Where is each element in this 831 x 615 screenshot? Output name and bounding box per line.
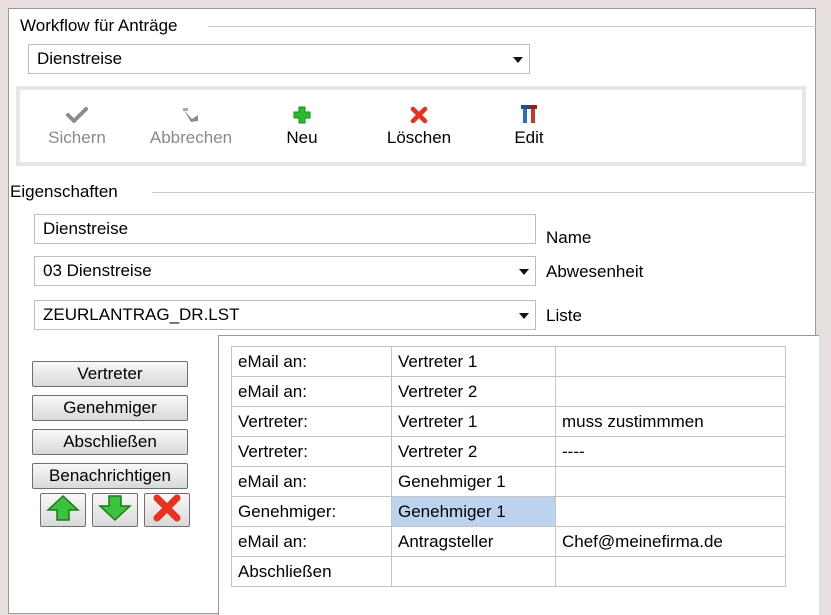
remove-step-button[interactable] [144, 493, 190, 527]
step-target-cell[interactable]: Vertreter 2 [391, 376, 556, 407]
add-vertreter-button[interactable]: Vertreter [32, 361, 188, 387]
new-button-label: Neu [286, 128, 318, 147]
step-note-cell[interactable] [555, 556, 786, 587]
workflow-select-value: Dienstreise [37, 49, 123, 68]
step-note-cell[interactable]: ---- [555, 436, 786, 467]
properties-fieldset-border [152, 192, 816, 193]
step-action-cell[interactable]: eMail an: [231, 346, 392, 377]
table-row[interactable]: eMail an: Genehmiger 1 [231, 466, 786, 497]
step-action-cell[interactable]: eMail an: [231, 376, 392, 407]
list-label: Liste [546, 306, 582, 325]
workflow-fieldset-border [208, 26, 816, 27]
add-abschliessen-button[interactable]: Abschließen [32, 429, 188, 455]
cancel-button-label: Abbrechen [149, 128, 233, 147]
table-row[interactable]: eMail an: Vertreter 1 [231, 346, 786, 377]
step-action-cell[interactable]: Abschließen [231, 556, 392, 587]
step-action-cell[interactable]: Genehmiger: [231, 496, 392, 527]
move-up-button[interactable] [40, 493, 86, 527]
name-field[interactable]: Dienstreise [34, 214, 536, 244]
step-note-cell[interactable] [555, 346, 786, 377]
step-target-cell[interactable]: Vertreter 1 [391, 346, 556, 377]
step-target-cell[interactable] [391, 556, 556, 587]
delete-button-label: Löschen [386, 128, 452, 147]
delete-x-icon [152, 494, 182, 527]
table-row[interactable]: Vertreter: Vertreter 1 muss zustimmmen [231, 406, 786, 437]
properties-legend: Eigenschaften [10, 182, 122, 202]
edit-button-label: Edit [514, 128, 544, 147]
step-note-cell[interactable]: muss zustimmmen [555, 406, 786, 437]
steps-table: eMail an: Vertreter 1 eMail an: Vertrete… [231, 346, 786, 587]
add-genehmiger-button[interactable]: Genehmiger [32, 395, 188, 421]
save-button[interactable]: Sichern [42, 100, 112, 148]
step-action-cell[interactable]: eMail an: [231, 526, 392, 557]
arrow-down-icon [98, 494, 132, 527]
step-target-cell[interactable]: Vertreter 1 [391, 406, 556, 437]
step-action-cell[interactable]: Vertreter: [231, 406, 392, 437]
delete-x-icon [374, 100, 464, 124]
step-note-cell[interactable] [555, 466, 786, 497]
move-down-button[interactable] [92, 493, 138, 527]
workflow-legend: Workflow für Anträge [20, 16, 182, 36]
step-note-cell[interactable] [555, 496, 786, 527]
step-action-cell[interactable]: eMail an: [231, 466, 392, 497]
step-target-cell[interactable]: Vertreter 2 [391, 436, 556, 467]
plus-icon [272, 100, 332, 124]
absence-label: Abwesenheit [546, 262, 644, 281]
name-field-value: Dienstreise [43, 219, 129, 238]
tools-icon [504, 100, 554, 124]
chevron-down-icon [513, 57, 523, 63]
steps-table-container: eMail an: Vertreter 1 eMail an: Vertrete… [218, 335, 819, 615]
new-button[interactable]: Neu [272, 100, 332, 148]
table-row[interactable]: eMail an: Vertreter 2 [231, 376, 786, 407]
table-row[interactable]: eMail an: Antragsteller Chef@meinefirma.… [231, 526, 786, 557]
delete-button[interactable]: Löschen [374, 100, 464, 148]
step-target-cell[interactable]: Genehmiger 1 [391, 466, 556, 497]
chevron-down-icon [519, 313, 529, 319]
undo-icon [138, 100, 244, 124]
table-row[interactable]: Abschließen [231, 556, 786, 587]
checkmark-icon [42, 100, 112, 124]
absence-select-value: 03 Dienstreise [43, 261, 152, 280]
step-note-cell[interactable] [555, 376, 786, 407]
workflow-select[interactable]: Dienstreise [28, 44, 530, 74]
edit-button[interactable]: Edit [504, 100, 554, 148]
list-select-value: ZEURLANTRAG_DR.LST [43, 305, 240, 324]
absence-select[interactable]: 03 Dienstreise [34, 256, 536, 286]
chevron-down-icon [519, 269, 529, 275]
table-row[interactable]: Genehmiger: Genehmiger 1 [231, 496, 786, 527]
step-note-cell[interactable]: Chef@meinefirma.de [555, 526, 786, 557]
list-select[interactable]: ZEURLANTRAG_DR.LST [34, 300, 536, 330]
step-target-cell-selected[interactable]: Genehmiger 1 [391, 496, 556, 527]
cancel-button[interactable]: Abbrechen [138, 100, 244, 148]
add-benachrichtigen-button[interactable]: Benachrichtigen [32, 463, 188, 489]
toolbar: Sichern Abbrechen Neu Löschen Edit [16, 86, 806, 166]
step-action-cell[interactable]: Vertreter: [231, 436, 392, 467]
table-row[interactable]: Vertreter: Vertreter 2 ---- [231, 436, 786, 467]
step-target-cell[interactable]: Antragsteller [391, 526, 556, 557]
name-label: Name [546, 228, 592, 247]
arrow-up-icon [46, 494, 80, 527]
save-button-label: Sichern [48, 128, 106, 147]
